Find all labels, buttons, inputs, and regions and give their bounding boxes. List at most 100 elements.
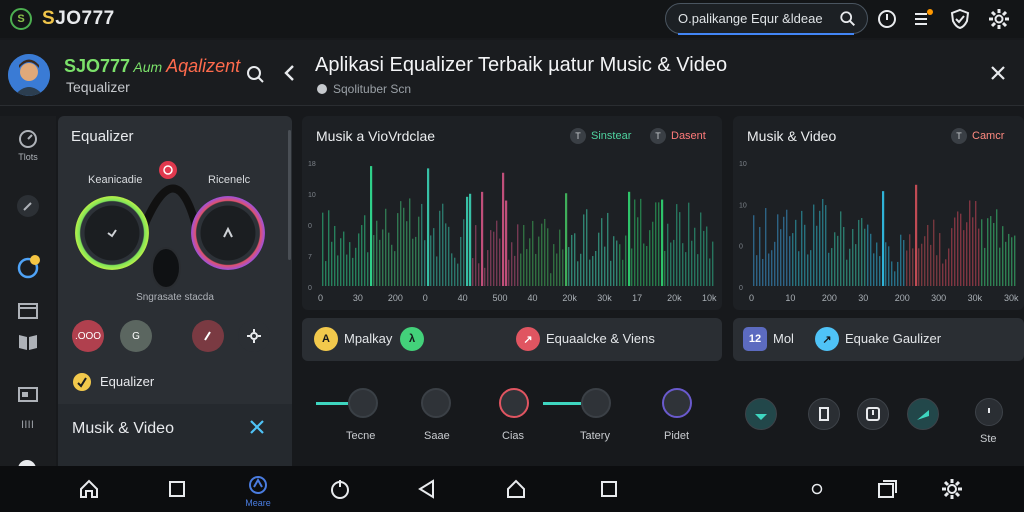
spectrum-bar [780,229,782,286]
avatar[interactable] [8,54,50,96]
control-label-2[interactable]: Equake Gaulizer [845,331,941,346]
spectrum-bar [685,252,687,286]
knob-right[interactable] [191,196,265,270]
rail-item-library[interactable] [12,332,44,354]
spectrum-bar [697,254,699,286]
y-tick-label: 0 [739,244,743,251]
spectrum-bar [553,244,555,286]
chip-edit-icon[interactable]: ↗ [815,327,839,351]
chip-profile-icon[interactable]: 12 [743,327,767,351]
rail-item-bars[interactable]: llll [12,420,44,431]
close-icon[interactable] [989,64,1007,82]
spectrum-bar [676,204,678,286]
recents-icon[interactable] [598,478,620,500]
preset-settings-button[interactable] [238,320,270,352]
spectrum-bar [523,225,525,286]
recents-icon[interactable] [166,478,188,500]
spectrum-bar [777,214,779,286]
music-video-row[interactable]: Musik & Video [58,404,292,466]
music-home-icon[interactable] [247,474,269,496]
system-navigation-bar: Meare [0,466,1024,512]
control-label-1[interactable]: Mpalkay [344,331,392,346]
spectrum-bar [427,168,430,286]
app-title: SJO777 Aum Aqalizent [64,56,240,77]
preset-button-2[interactable]: G [120,320,152,352]
dial-cias[interactable] [499,388,529,418]
spectrum-bar [795,219,797,286]
spectrum-bar [562,249,564,286]
power-icon[interactable] [329,478,351,500]
dial-pidet[interactable] [662,388,692,418]
search-input[interactable]: O.palikange Equr &ldeae [678,11,823,26]
home-icon[interactable] [505,478,527,500]
spectrum-bar [661,199,664,286]
equalizer-label[interactable]: Equalizer [100,374,154,389]
spectrum-bar [370,166,373,286]
legend-item-2[interactable]: T Dasent [650,128,706,144]
back-icon[interactable] [282,64,298,82]
x-tick-label: 17 [632,293,642,303]
legend-item-1[interactable]: T Sinstear [570,128,631,144]
spectrum-chart-2: 1010000 10 200 30 200 300 30k 30k [739,161,1019,303]
home-icon[interactable] [78,478,100,500]
spectrum-bar [451,253,453,286]
search-box[interactable]: O.palikange Equr &ldeae [665,3,868,35]
dial-save[interactable] [421,388,451,418]
spectrum-bar [762,258,764,286]
spectrum-bar [577,261,579,286]
dial-tone[interactable] [348,388,378,418]
legend-item-1[interactable]: T Camcr [951,128,1004,144]
brand-logo-icon[interactable]: S [10,8,32,30]
brand-name[interactable]: SJO777 [42,8,115,30]
rail-item-profile[interactable] [12,252,44,282]
rail-item-folder[interactable] [12,384,44,406]
chip-share-icon[interactable]: λ [400,327,424,351]
spectrum-bar [364,215,366,286]
x-tick-label: 30k [968,293,983,303]
control-label-2[interactable]: Equaalcke & Viens [546,331,655,346]
spectrum-bar [783,216,785,286]
pen-icon-button[interactable] [907,398,939,430]
back-icon[interactable] [416,478,438,500]
dial-tatery[interactable] [581,388,611,418]
chip-eq-icon[interactable]: ↗ [516,327,540,351]
preset-button-3[interactable] [192,320,224,352]
chip-lock-icon[interactable]: A [314,327,338,351]
search-focus-underline [678,33,854,35]
shield-icon[interactable] [949,8,971,30]
panel-title: Equalizer [71,128,134,145]
stop-icon-button[interactable] [975,398,1003,426]
settings-icon[interactable] [941,478,963,500]
search-refresh-icon[interactable] [245,64,265,84]
spectrum-bar [954,217,956,286]
close-icon[interactable] [248,418,266,436]
x-tick-label: 30 [353,293,363,303]
search-icon[interactable] [839,10,857,28]
music-video-label: Musik & Video [72,420,174,437]
spectrum-bar [439,210,441,286]
app-subtitle: Tequalizer [66,79,130,95]
spectrum-bar [625,235,627,286]
drop-icon-button[interactable] [745,398,777,430]
spectrum-bar [765,208,767,286]
knob-left[interactable] [75,196,149,270]
rail-item-tools[interactable]: Tlots [12,128,44,162]
x-tick-label: 10 [785,293,795,303]
preset-button-1[interactable]: .OOO [72,320,104,352]
spectrum-bar [637,217,639,286]
rail-item-mic[interactable] [12,194,44,220]
rail-item-window[interactable] [12,302,44,322]
control-label-1[interactable]: Mol [773,331,794,346]
spectrum-bar [825,205,827,286]
pin-icon-button[interactable] [808,398,840,430]
top-bar: S SJO777 O.palikange Equr &ldeae [0,0,1024,38]
settings-icon[interactable] [988,8,1010,30]
circle-icon[interactable] [806,478,828,500]
notification-icon[interactable] [912,8,934,30]
spectrum-bar [822,199,824,286]
clock-icon[interactable] [876,8,898,30]
spectrum-bar [532,220,534,286]
panel-scrollbar[interactable] [288,130,291,260]
timer-icon-button[interactable] [857,398,889,430]
multiwindow-icon[interactable] [876,478,898,500]
